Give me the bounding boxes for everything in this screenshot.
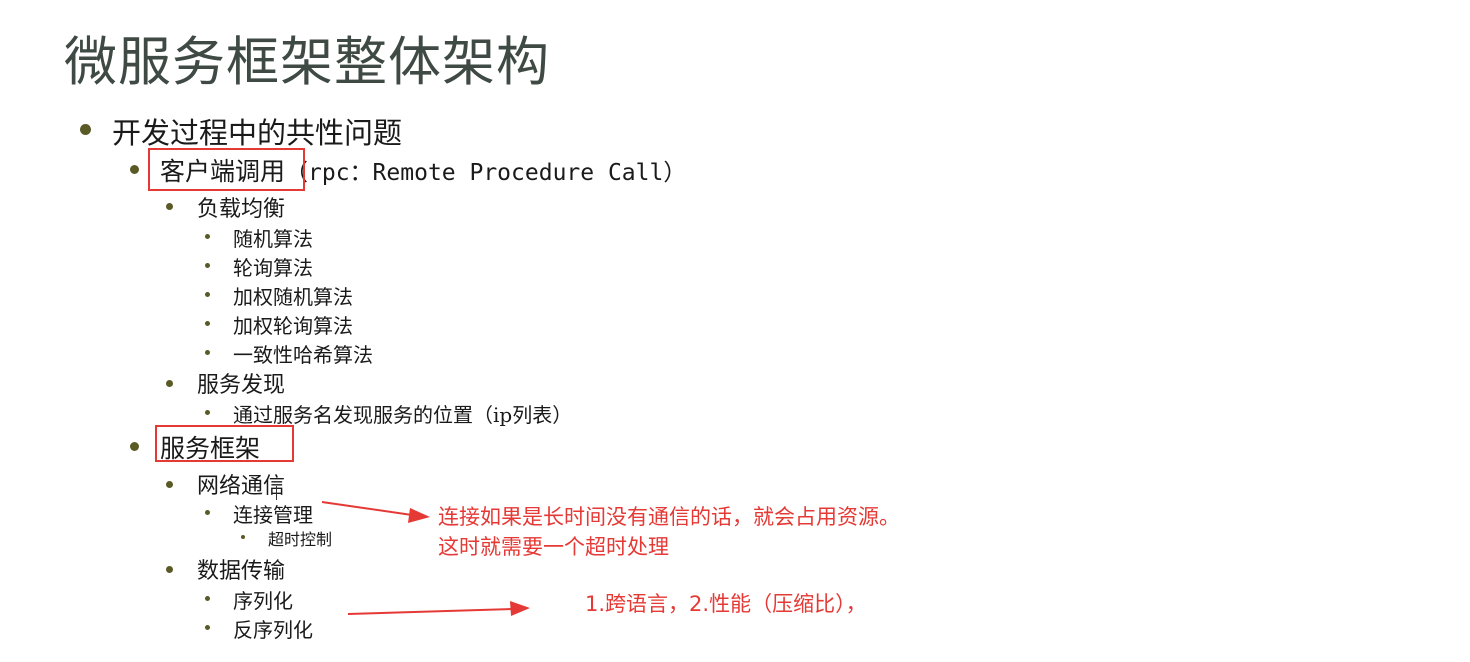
annotation-arrows — [321, 501, 530, 616]
connection-note-line2: 这时就需要一个超时处理 — [438, 535, 669, 559]
connection-note-line1: 连接如果是长时间没有通信的话，就会占用资源。 — [438, 505, 900, 529]
arrow-connection-note — [321, 501, 413, 516]
serialization-note: 1.跨语言，2.性能（压缩比）， — [585, 592, 867, 616]
arrow-serialization-note — [347, 608, 513, 615]
arrowhead-serialization-note — [510, 601, 530, 616]
arrowhead-connection-note — [408, 508, 430, 523]
